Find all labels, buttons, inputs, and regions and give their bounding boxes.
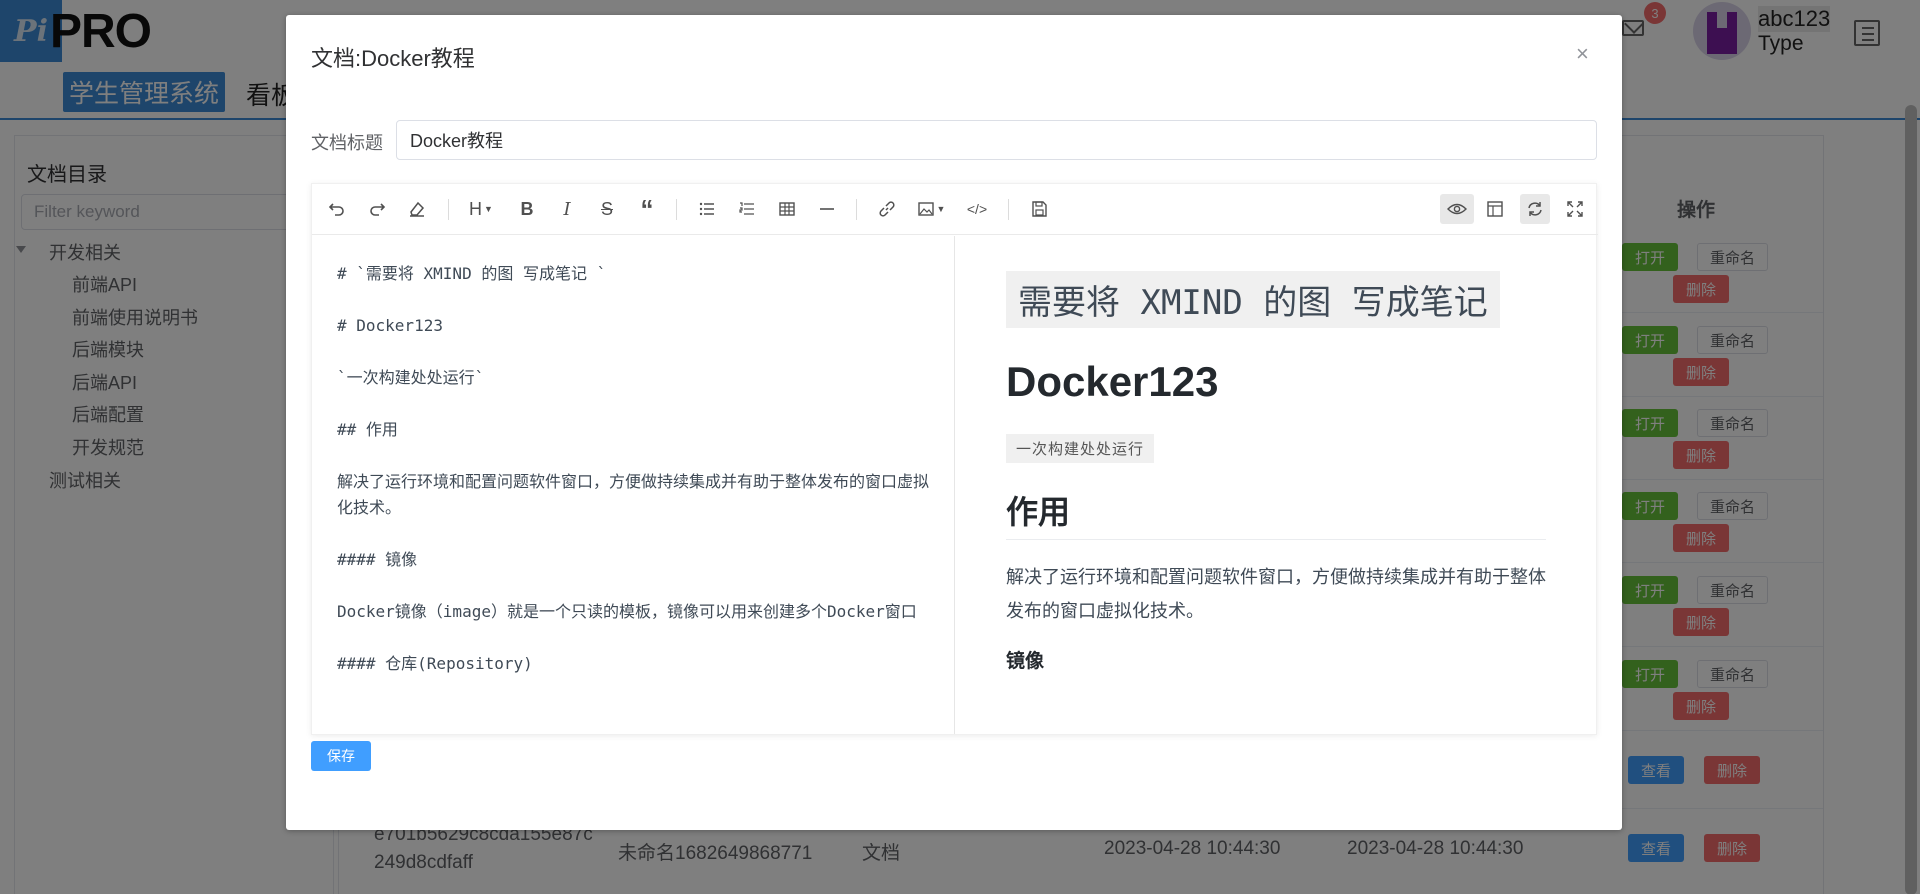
source-blank-line <box>337 625 929 651</box>
source-blank-line <box>337 287 929 313</box>
fullscreen-icon[interactable] <box>1560 194 1590 224</box>
source-line: # `需要将 XMIND 的图 写成笔记 ` <box>337 264 607 283</box>
source-blank-line <box>337 391 929 417</box>
save-button[interactable]: 保存 <box>311 741 371 771</box>
toolbar-divider <box>1008 199 1009 220</box>
doc-title-label: 文档标题 <box>311 133 383 153</box>
ordered-list-icon[interactable] <box>732 194 762 224</box>
heading-icon[interactable]: H ▼ <box>462 194 500 224</box>
markdown-editor: H ▼ B I S “ ▼ </> # `需要将 XMIND 的图 写成笔记 `… <box>311 183 1598 735</box>
quote-icon[interactable]: “ <box>632 194 662 224</box>
source-line: #### 镜像 <box>337 550 418 569</box>
toolbar-divider <box>676 199 677 220</box>
strikethrough-icon[interactable]: S <box>592 194 622 224</box>
link-icon[interactable] <box>872 194 902 224</box>
preview-heading-1: Docker123 <box>1006 358 1219 405</box>
preview-heading-4: 镜像 <box>1006 651 1045 672</box>
preview-paragraph: 解决了运行环境和配置问题软件窗口，方便做持续集成并有助于整体发布的窗口虚拟化技术… <box>1006 567 1546 621</box>
table-icon[interactable] <box>772 194 802 224</box>
markdown-source-pane[interactable]: # `需要将 XMIND 的图 写成笔记 ` # Docker123 `一次构建… <box>312 236 955 734</box>
source-blank-line <box>337 443 929 469</box>
source-line: 解决了运行环境和配置问题软件窗口，方便做持续集成并有助于整体发布的窗口虚拟化技术… <box>337 472 930 517</box>
source-line: Docker镜像（image）就是一个只读的模板，镜像可以用来创建多个Docke… <box>337 602 917 621</box>
layout-icon[interactable] <box>1480 194 1510 224</box>
source-line: # Docker123 <box>337 316 443 335</box>
preview-eye-icon[interactable] <box>1440 194 1474 224</box>
editor-toolbar: H ▼ B I S “ ▼ </> <box>312 184 1598 235</box>
source-line: `一次构建处处运行` <box>337 368 485 387</box>
preview-inline-code: 一次构建处处运行 <box>1006 434 1155 463</box>
doc-title-input[interactable] <box>396 120 1597 160</box>
source-line: #### 仓库(Repository) <box>337 654 533 673</box>
sync-scroll-icon[interactable] <box>1520 194 1550 224</box>
bold-icon[interactable]: B <box>512 194 542 224</box>
redo-icon[interactable] <box>362 194 392 224</box>
source-blank-line <box>337 521 929 547</box>
source-blank-line <box>337 573 929 599</box>
undo-icon[interactable] <box>322 194 352 224</box>
toolbar-divider <box>448 199 449 220</box>
source-blank-line <box>337 339 929 365</box>
italic-icon[interactable]: I <box>552 194 582 224</box>
code-icon[interactable]: </> <box>962 194 992 224</box>
preview-heading-2: 作用 <box>1006 487 1546 540</box>
source-line: ## 作用 <box>337 420 398 439</box>
eraser-icon[interactable] <box>402 194 432 224</box>
image-icon[interactable]: ▼ <box>912 194 950 224</box>
horizontal-rule-icon[interactable] <box>812 194 842 224</box>
markdown-preview-pane: 需要将 XMIND 的图 写成笔记 Docker123 一次构建处处运行 作用 … <box>956 236 1596 734</box>
preview-heading-code: 需要将 XMIND 的图 写成笔记 <box>1006 271 1500 328</box>
save-icon[interactable] <box>1024 194 1054 224</box>
dialog-title: 文档:Docker教程 <box>311 46 475 71</box>
doc-edit-dialog: 文档:Docker教程 × 文档标题 H▼ B I S “ <box>286 15 1622 830</box>
toolbar-divider <box>856 199 857 220</box>
unordered-list-icon[interactable] <box>692 194 722 224</box>
close-icon[interactable]: × <box>1576 41 1589 67</box>
